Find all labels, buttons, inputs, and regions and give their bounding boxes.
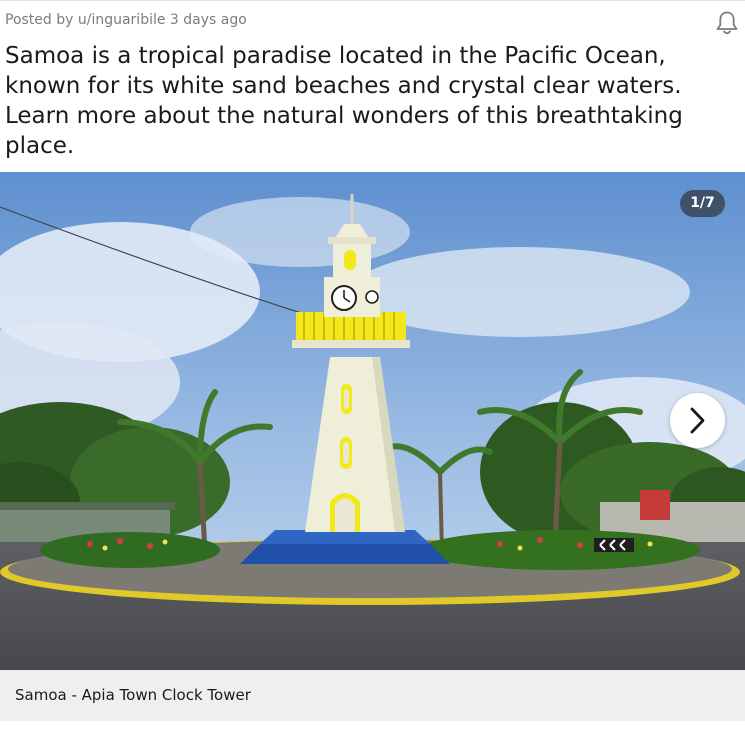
image-caption: Samoa - Apia Town Clock Tower (15, 686, 251, 704)
chevron-right-icon (690, 407, 705, 434)
caption-bar: Samoa - Apia Town Clock Tower (0, 670, 745, 721)
gallery-counter: 1/7 (680, 190, 725, 217)
post-title: Samoa is a tropical paradise located in … (5, 43, 683, 159)
bell-icon[interactable] (713, 9, 741, 37)
top-divider (0, 0, 745, 1)
gallery-image[interactable] (0, 172, 745, 670)
next-image-button[interactable] (670, 393, 725, 448)
post-meta: Posted by u/inguaribile 3 days ago (5, 12, 247, 28)
